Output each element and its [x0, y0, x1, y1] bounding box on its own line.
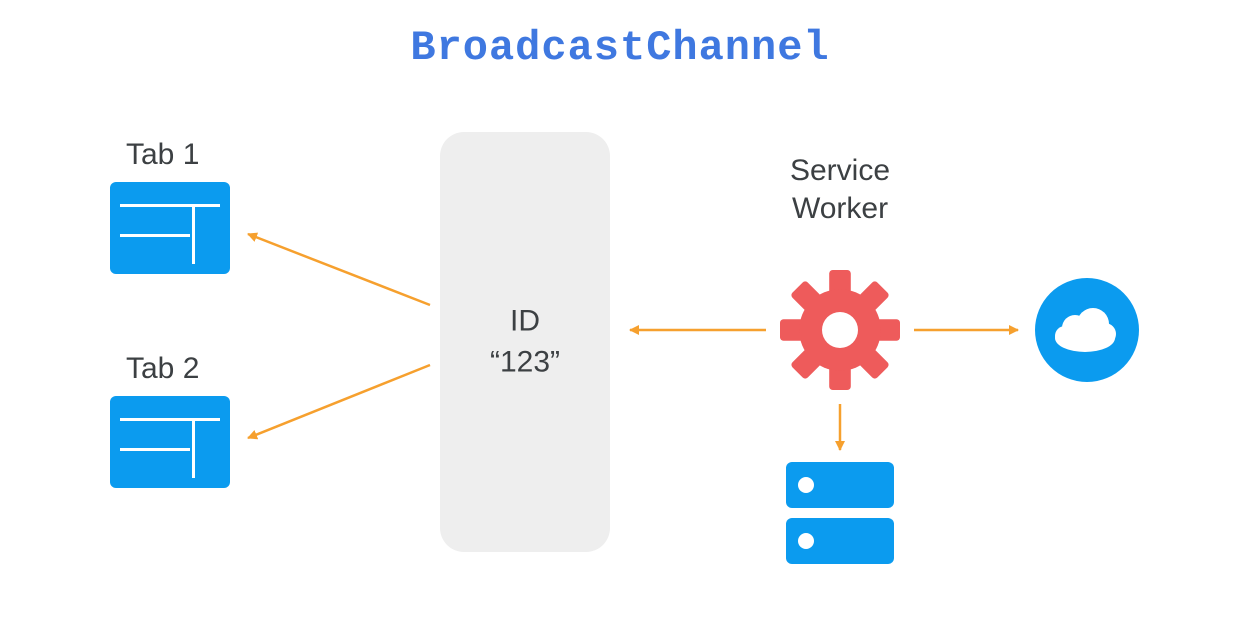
service-worker-label-line1: Service	[790, 154, 890, 187]
service-worker-label: Service Worker	[740, 152, 940, 227]
arrow-channel-to-tab2	[248, 365, 430, 438]
arrow-channel-to-tab1	[248, 234, 430, 305]
diagram-stage: BroadcastChannel Tab 1 Tab 2 ID “123” Se…	[0, 0, 1240, 628]
gear-icon	[780, 270, 900, 390]
service-worker-label-line2: Worker	[792, 192, 888, 225]
cloud-icon	[1035, 278, 1139, 382]
tab-2-label: Tab 2	[126, 352, 199, 386]
tab-1-label: Tab 1	[126, 138, 199, 172]
channel-id-value: “123”	[490, 345, 560, 378]
browser-tab-icon	[110, 182, 230, 274]
diagram-title: BroadcastChannel	[0, 24, 1240, 72]
browser-tab-icon	[110, 396, 230, 488]
channel-id-label: ID	[510, 305, 540, 338]
channel-id: ID “123”	[490, 302, 560, 383]
broadcast-channel: ID “123”	[440, 132, 610, 552]
storage-icon	[786, 462, 894, 564]
